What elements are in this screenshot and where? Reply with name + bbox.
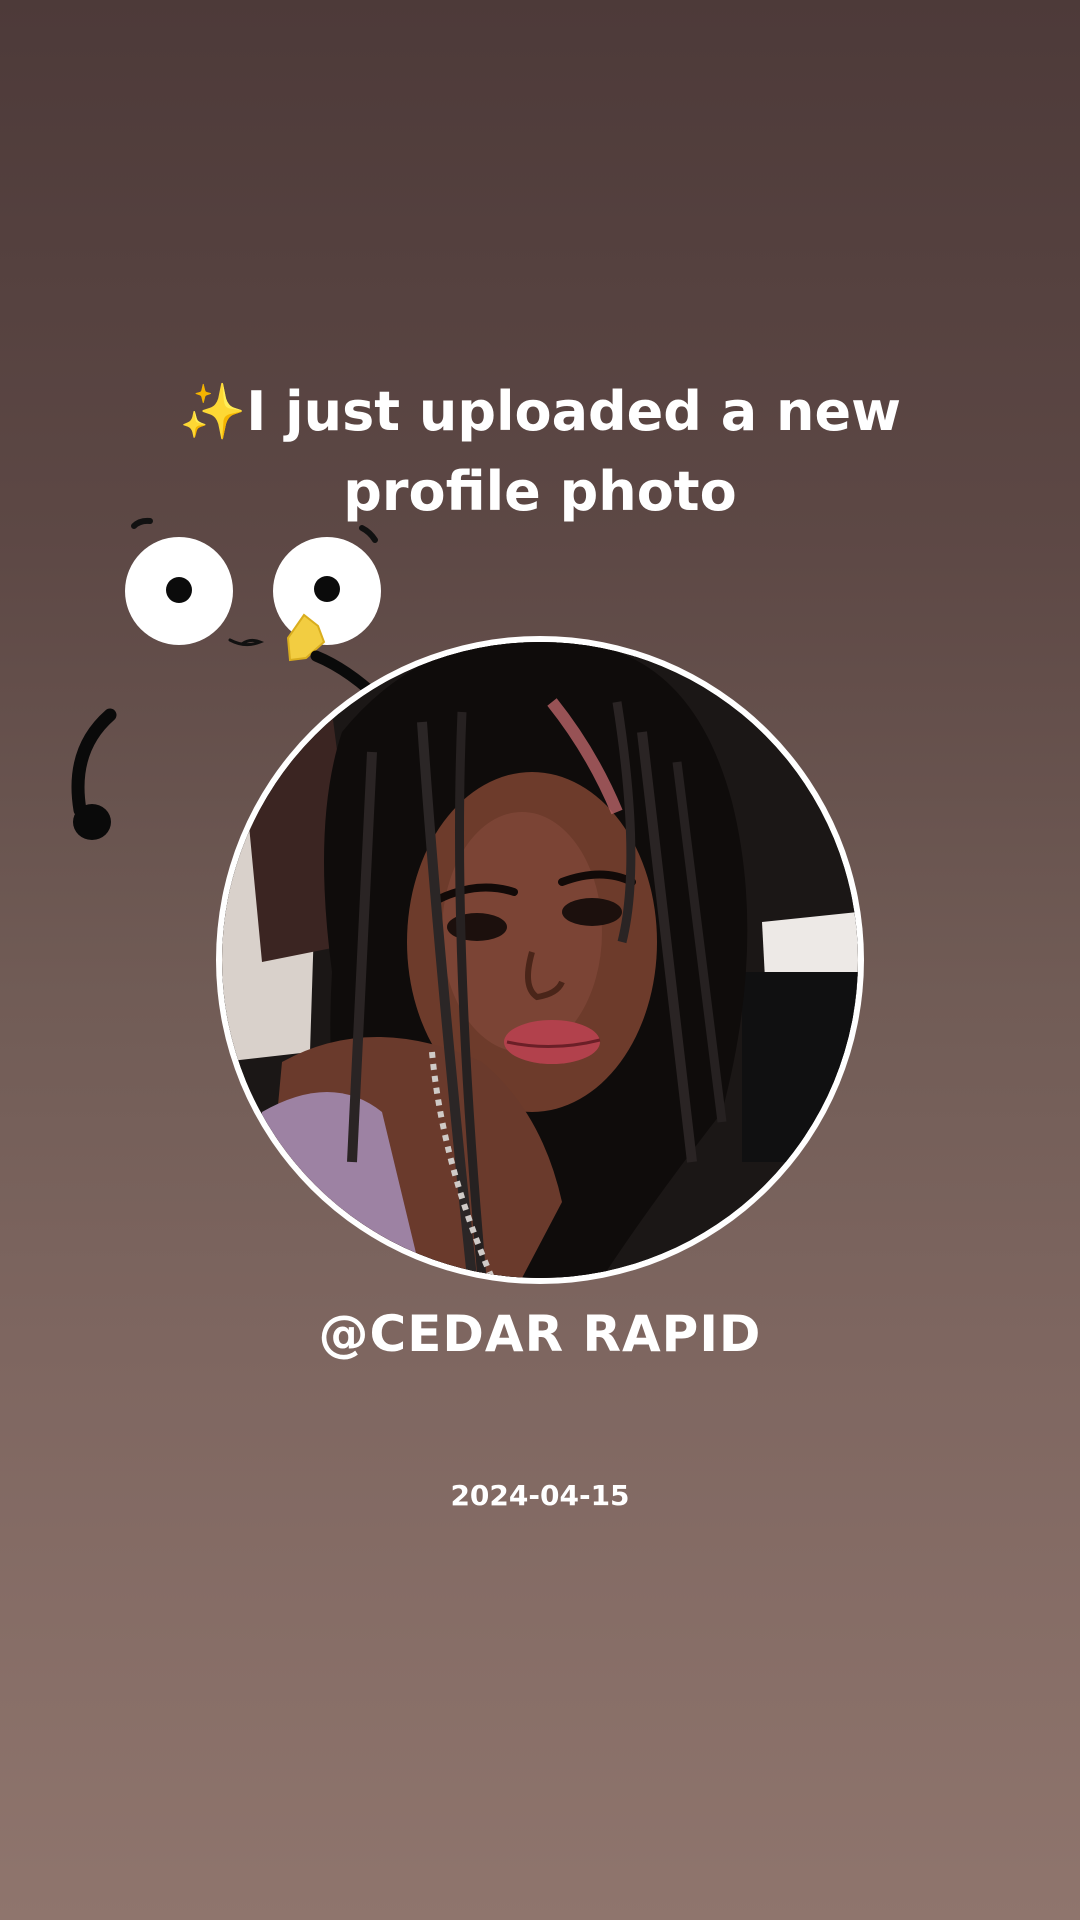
mouth-squiggle xyxy=(228,638,265,647)
username[interactable]: @CEDAR RAPID xyxy=(0,1298,1080,1370)
left-pupil xyxy=(166,577,192,603)
right-pupil xyxy=(314,576,340,602)
profile-photo xyxy=(222,642,858,1278)
left-eyebrow xyxy=(131,517,153,529)
post-date: 2024-04-15 xyxy=(450,1479,630,1512)
right-eyebrow xyxy=(359,525,378,543)
right-eye xyxy=(562,898,622,926)
avatar[interactable] xyxy=(222,642,858,1278)
story-canvas: ✨I just uploaded a new profile photo @CE… xyxy=(0,0,1080,1920)
sparkles-icon: ✨ xyxy=(179,380,247,443)
headline-text: I just uploaded a new profile photo xyxy=(246,380,901,523)
hand-curve xyxy=(71,708,117,817)
hand-tip xyxy=(73,804,111,840)
headline: ✨I just uploaded a new profile photo xyxy=(80,372,1000,532)
